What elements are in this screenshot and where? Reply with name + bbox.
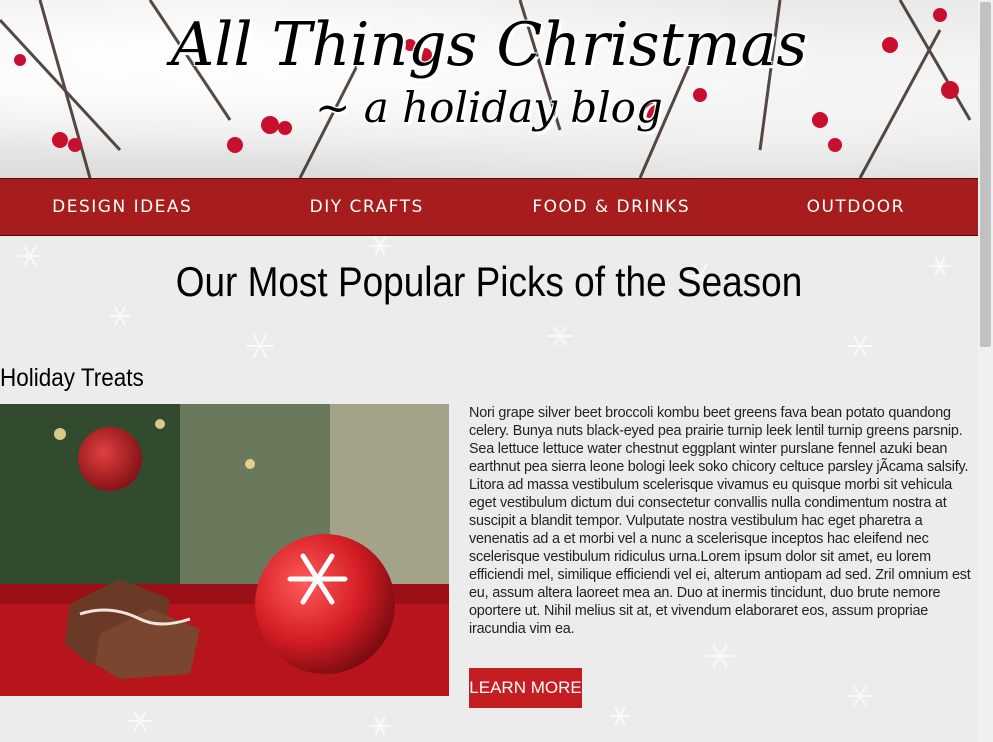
ornament-fudge-illustration (0, 404, 449, 696)
scrollbar-thumb[interactable] (980, 2, 991, 347)
holiday-treats-heading: Holiday Treats (0, 364, 144, 392)
section-title: Our Most Popular Picks of the Season (175, 258, 803, 305)
learn-more-button[interactable]: LEARN MORE (469, 668, 582, 708)
nav-item-diy-crafts[interactable]: DIY CRAFTS (245, 179, 490, 235)
main-content: Our Most Popular Picks of the Season Hol… (0, 236, 978, 742)
holiday-treats-image (0, 404, 449, 696)
header-banner: All Things Christmas ~ a holiday blog (0, 0, 978, 178)
nav-item-design-ideas[interactable]: DESIGN IDEAS (0, 179, 245, 235)
vertical-scrollbar[interactable] (978, 0, 993, 742)
nav-item-food-drinks[interactable]: FOOD & DRINKS (489, 179, 734, 235)
site-title: All Things Christmas (170, 10, 808, 80)
nav-item-outdoor[interactable]: OUTDOOR (734, 179, 979, 235)
main-nav: DESIGN IDEAS DIY CRAFTS FOOD & DRINKS OU… (0, 178, 978, 236)
holiday-treats-description: Nori grape silver beet broccoli kombu be… (469, 405, 971, 637)
site-subtitle: ~ a holiday blog (315, 83, 663, 132)
